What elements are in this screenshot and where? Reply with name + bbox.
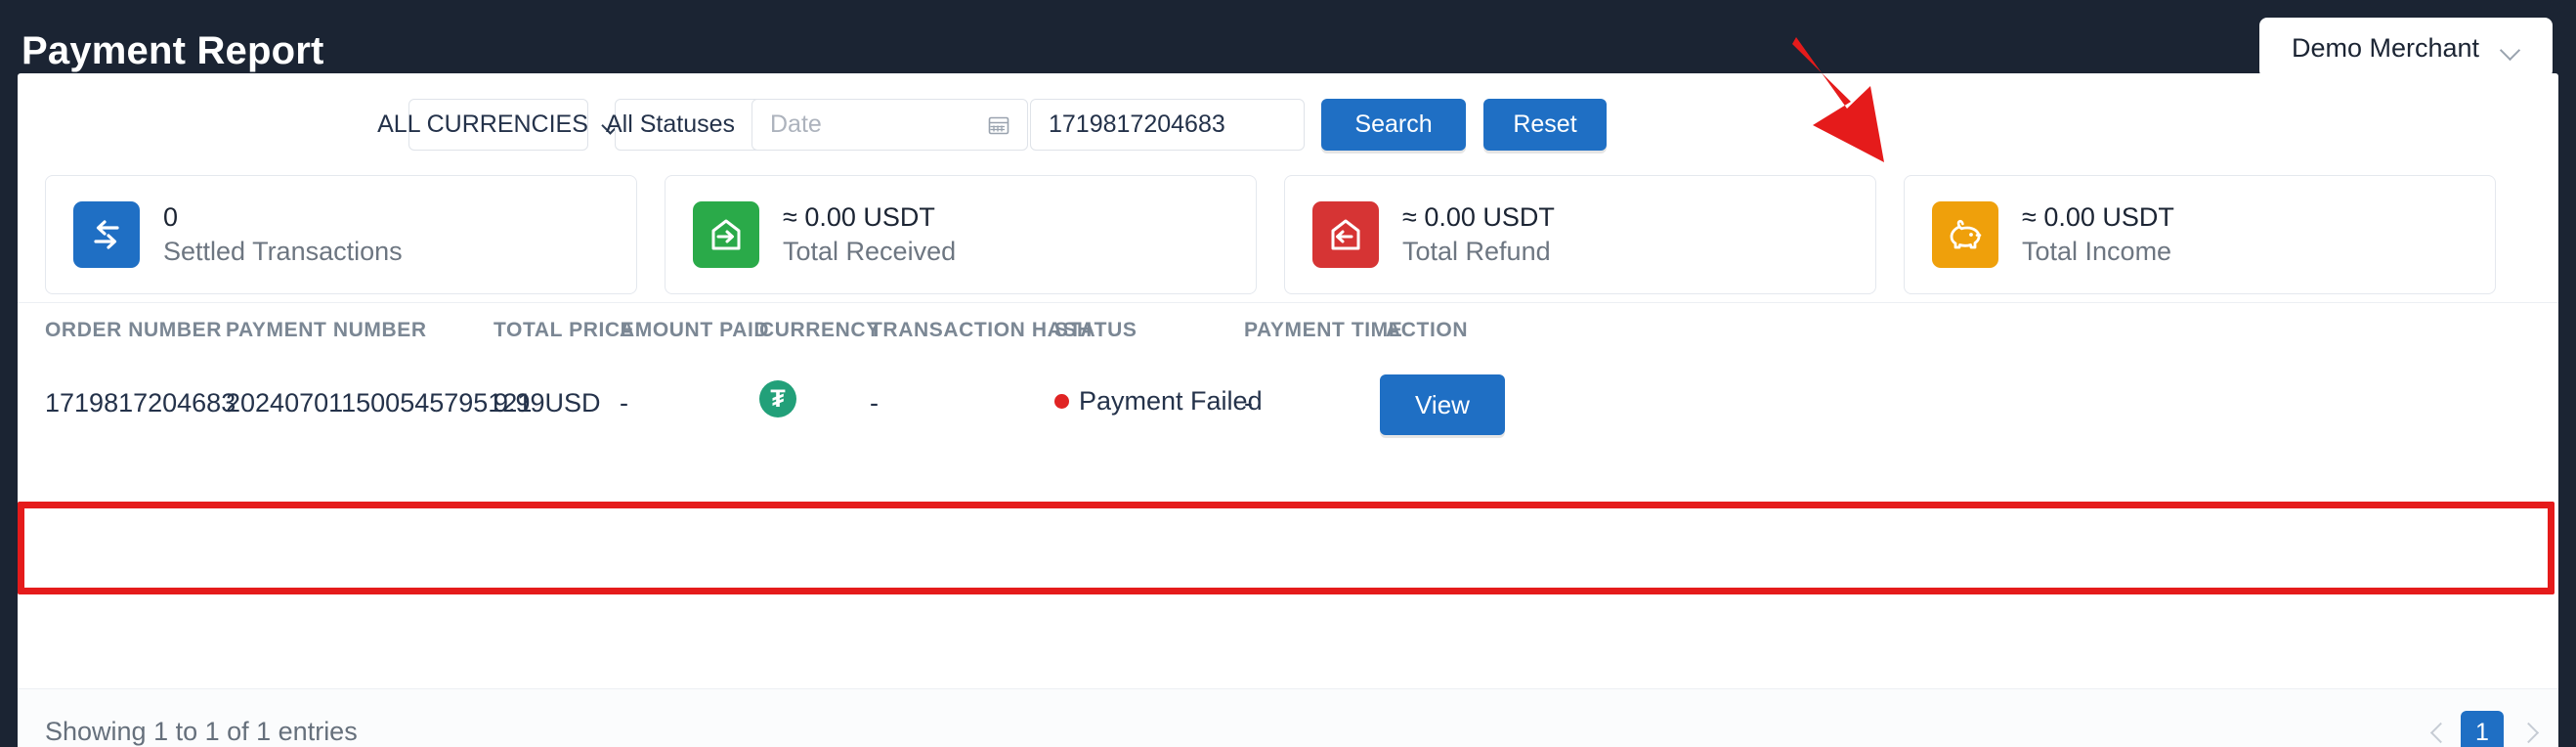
total-refund-label: Total Refund [1402, 237, 1551, 266]
currency-filter-label: ALL CURRENCIES [377, 110, 588, 138]
pagination: 1 [2431, 711, 2533, 747]
total-received-value: ≈ 0.00 USDT [783, 202, 935, 232]
total-refund-card: ≈ 0.00 USDT Total Refund [1284, 175, 1876, 294]
chevron-down-icon [2501, 43, 2520, 54]
status-dot-icon [1054, 394, 1069, 409]
chevron-right-icon[interactable] [2519, 721, 2533, 744]
merchant-name-label: Demo Merchant [2291, 32, 2480, 63]
currency-filter-dropdown[interactable]: ALL CURRENCIES [377, 99, 588, 151]
column-header-amount-paid: AMOUNT PAID [620, 319, 770, 341]
chevron-left-icon[interactable] [2431, 721, 2445, 744]
table-footer: Showing 1 to 1 of 1 entries 1 [18, 688, 2558, 747]
page-number-1[interactable]: 1 [2461, 711, 2504, 747]
cell-transaction-hash: - [870, 388, 879, 417]
table-header-row: ORDER NUMBER PAYMENT NUMBER TOTAL PRICE … [18, 302, 2558, 357]
piggy-bank-icon [1932, 201, 1998, 268]
cell-payment-number: 202407011500545795121 [226, 388, 533, 417]
status-filter-label: All Statuses [606, 110, 736, 138]
report-panel: ALL CURRENCIES All Statuses Date 1719817… [18, 73, 2558, 747]
total-received-card: ≈ 0.00 USDT Total Received [665, 175, 1257, 294]
search-input[interactable]: 1719817204683 [1030, 99, 1305, 151]
status-badge: Payment Failed [1054, 386, 1263, 417]
column-header-payment-time: PAYMENT TIME [1244, 319, 1403, 341]
cell-total-price: 9.99USD [494, 388, 601, 417]
settled-transactions-value: 0 [163, 202, 179, 232]
reset-button[interactable]: Reset [1483, 99, 1607, 151]
page-title: Payment Report [21, 29, 324, 72]
column-header-action: ACTION [1386, 319, 1469, 341]
status-label: Payment Failed [1079, 386, 1263, 416]
payments-table: ORDER NUMBER PAYMENT NUMBER TOTAL PRICE … [18, 302, 2558, 747]
search-input-value: 1719817204683 [1049, 110, 1225, 138]
summary-cards: 0 Settled Transactions ≈ 0.00 USDT Total… [18, 175, 2558, 302]
settled-transactions-card: 0 Settled Transactions [45, 175, 637, 294]
date-placeholder-label: Date [770, 110, 822, 138]
total-received-label: Total Received [783, 237, 957, 266]
column-header-total-price: TOTAL PRICE [494, 319, 635, 341]
total-income-card: ≈ 0.00 USDT Total Income [1904, 175, 2496, 294]
column-header-order-number: ORDER NUMBER [45, 319, 223, 341]
exchange-arrows-icon [73, 201, 140, 268]
arrow-out-of-box-icon [1312, 201, 1379, 268]
status-filter-dropdown[interactable]: All Statuses [606, 99, 763, 151]
payment-report-page: Payment Report Demo Merchant ALL CURRENC… [0, 0, 2576, 747]
tether-usdt-icon: ₮ [759, 380, 796, 417]
search-button[interactable]: Search [1321, 99, 1466, 151]
total-income-value: ≈ 0.00 USDT [2022, 202, 2174, 232]
calendar-icon [988, 114, 1009, 136]
arrow-into-box-icon [693, 201, 759, 268]
column-header-status: STATUS [1054, 319, 1138, 341]
merchant-selector[interactable]: Demo Merchant [2259, 18, 2553, 78]
column-header-payment-number: PAYMENT NUMBER [226, 319, 427, 341]
date-filter-input[interactable]: Date [751, 99, 1028, 151]
total-income-label: Total Income [2022, 237, 2172, 266]
column-header-currency: CURRENCY [759, 319, 880, 341]
entries-summary: Showing 1 to 1 of 1 entries [45, 717, 358, 746]
cell-order-number: 1719817204683 [45, 388, 236, 417]
view-button[interactable]: View [1380, 374, 1505, 435]
table-row: 1719817204683 202407011500545795121 9.99… [18, 357, 2558, 453]
cell-payment-time: - [1244, 388, 1253, 417]
cell-amount-paid: - [620, 388, 628, 417]
settled-transactions-label: Settled Transactions [163, 237, 403, 266]
total-refund-value: ≈ 0.00 USDT [1402, 202, 1555, 232]
filter-bar: ALL CURRENCIES All Statuses Date 1719817… [18, 73, 2558, 175]
